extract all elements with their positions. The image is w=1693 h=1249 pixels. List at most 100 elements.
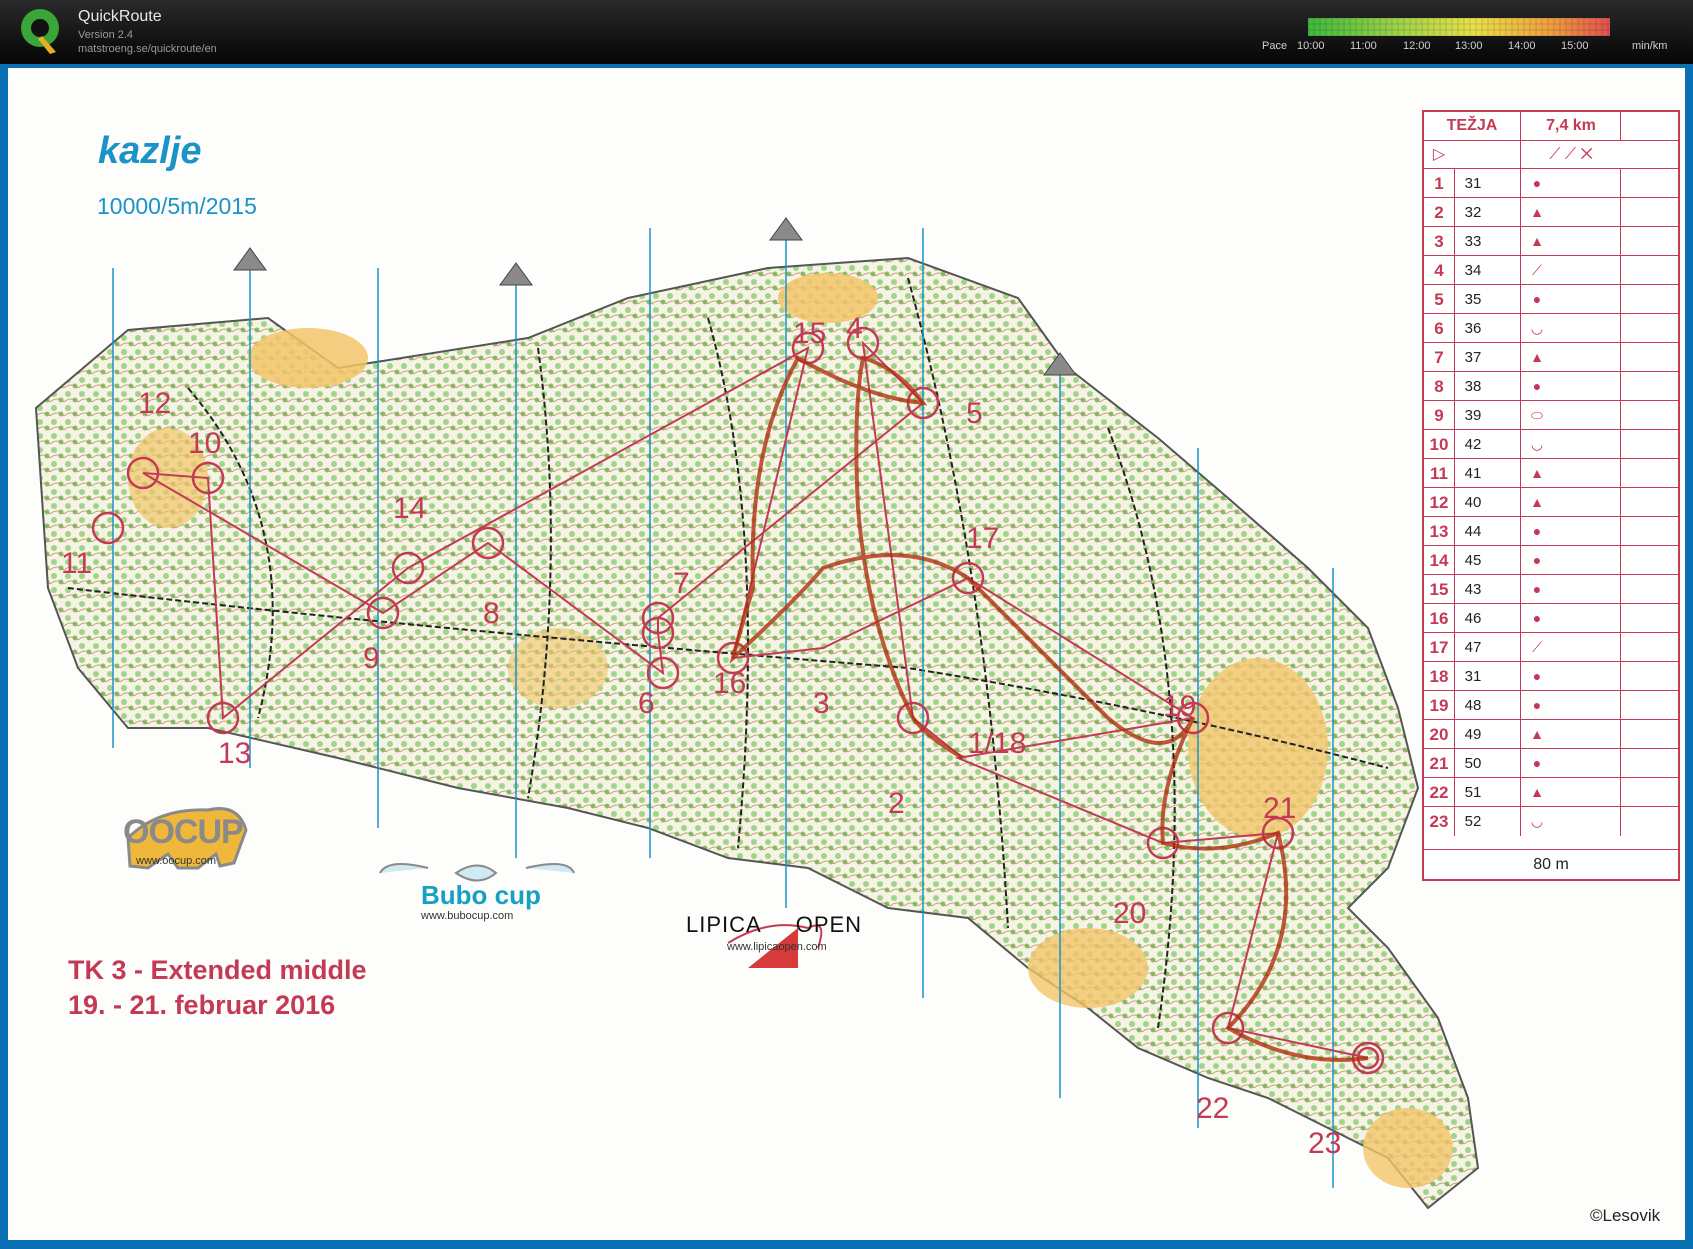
cd-control-code: 49: [1454, 720, 1491, 749]
pace-tick: 14:00: [1508, 40, 1536, 52]
cd-control-row: 12 40 ▲: [1424, 487, 1678, 517]
cd-control-number: 8: [1434, 377, 1444, 396]
cd-control-row: 2 32 ▲: [1424, 197, 1678, 227]
cd-control-code: 46: [1454, 604, 1491, 633]
cd-control-number: 9: [1434, 406, 1444, 425]
cd-course-length: 7,4 km: [1520, 112, 1621, 140]
pace-color-scale: [1308, 18, 1610, 36]
control-label: 7: [673, 567, 690, 600]
cd-control-number: 4: [1434, 261, 1444, 280]
control-label: 2: [888, 787, 905, 820]
cd-feature-symbol-icon: ▲: [1520, 227, 1553, 256]
control-label: 20: [1113, 897, 1146, 930]
cd-control-number: 16: [1429, 609, 1449, 628]
cd-feature-symbol-icon: ▲: [1520, 459, 1553, 488]
cd-control-row: 21 50 ●: [1424, 748, 1678, 778]
cd-feature-symbol-icon: ▲: [1520, 720, 1553, 749]
event-dates: 19. - 21. februar 2016: [68, 990, 336, 1020]
cd-control-code: 45: [1454, 546, 1491, 575]
cd-control-number: 2: [1434, 203, 1444, 222]
lipica-url: www.lipicaopen.com: [727, 941, 827, 953]
cd-feature-symbol-icon: ●: [1520, 169, 1553, 198]
pace-tick: 13:00: [1455, 40, 1483, 52]
app-url[interactable]: matstroeng.se/quickroute/en: [78, 43, 217, 55]
control-label: 15: [793, 317, 826, 350]
bubo-url: www.bubocup.com: [421, 910, 514, 922]
oocup-url: www.oocup.com: [136, 855, 217, 867]
control-label: 14: [393, 492, 426, 525]
bubo-owl-logo: [379, 863, 575, 882]
pace-tick: 10:00: [1297, 40, 1325, 52]
cd-feature-symbol-icon: ●: [1520, 749, 1553, 778]
cd-feature-symbol-icon: ●: [1520, 575, 1553, 604]
control-label: 21: [1263, 792, 1296, 825]
cd-header-row: TEŽJA 7,4 km: [1424, 112, 1678, 140]
cd-control-row: 23 52 ◡: [1424, 806, 1678, 836]
cd-control-code: 40: [1454, 488, 1491, 517]
cd-start-row: ▷ ⟋ ⟋ ✕: [1424, 140, 1678, 169]
cd-control-row: 9 39 ⬭: [1424, 400, 1678, 430]
control-label: 5: [966, 397, 983, 430]
control-label: 11: [61, 547, 92, 580]
cd-control-number: 21: [1429, 754, 1449, 773]
cd-control-row: 18 31 ●: [1424, 661, 1678, 691]
control-description-table: TEŽJA 7,4 km ▷ ⟋ ⟋ ✕ 1 31 ● 2 32 ▲ 3 33 ▲ 4 34 ⟋ 5 35…: [1422, 110, 1680, 881]
cd-control-code: 50: [1454, 749, 1491, 778]
cd-control-row: 7 37 ▲: [1424, 342, 1678, 372]
lipica-logo-text: LIPICA OPEN: [686, 912, 862, 938]
cd-control-code: 47: [1454, 633, 1491, 662]
control-label: 23: [1308, 1127, 1341, 1160]
cd-control-number: 13: [1429, 522, 1449, 541]
cd-feature-symbol-icon: ●: [1520, 517, 1553, 546]
control-label: 4: [846, 312, 863, 345]
control-label: 10: [188, 427, 221, 460]
cd-feature-symbol-icon: ●: [1520, 546, 1553, 575]
cd-feature-symbol-icon: ●: [1520, 285, 1553, 314]
cd-control-code: 31: [1454, 169, 1491, 198]
cd-control-row: 13 44 ●: [1424, 516, 1678, 546]
cd-finish-row: 80 m: [1424, 849, 1678, 880]
cd-control-code: 42: [1454, 430, 1491, 459]
app-version: Version 2.4: [78, 29, 134, 41]
copyright: ©Lesovik: [1590, 1206, 1661, 1225]
map-scale: 10000/5m/2015: [97, 193, 257, 219]
lipica-left: LIPICA: [686, 912, 762, 937]
lipica-right: OPEN: [795, 912, 863, 937]
cd-control-number: 7: [1434, 348, 1444, 367]
event-title: TK 3 - Extended middle: [68, 955, 367, 985]
cd-control-code: 43: [1454, 575, 1491, 604]
cd-control-number: 10: [1429, 435, 1449, 454]
cd-control-number: 1: [1434, 174, 1444, 193]
cd-control-row: 20 49 ▲: [1424, 719, 1678, 749]
cd-control-code: 52: [1454, 807, 1491, 836]
cd-control-row: 8 38 ●: [1424, 371, 1678, 401]
cd-control-code: 36: [1454, 314, 1491, 343]
cd-control-row: 3 33 ▲: [1424, 226, 1678, 256]
app-name: QuickRoute: [78, 8, 162, 25]
cd-control-row: 5 35 ●: [1424, 284, 1678, 314]
cd-control-number: 15: [1429, 580, 1449, 599]
cd-course-name: TEŽJA: [1446, 117, 1498, 134]
cd-control-code: 38: [1454, 372, 1491, 401]
cd-control-code: 51: [1454, 778, 1491, 807]
cd-feature-symbol-icon: ●: [1520, 662, 1553, 691]
cd-control-row: 14 45 ●: [1424, 545, 1678, 575]
cd-control-row: 15 43 ●: [1424, 574, 1678, 604]
cd-control-row: 22 51 ▲: [1424, 777, 1678, 807]
cd-control-code: 35: [1454, 285, 1491, 314]
cd-feature-symbol-icon: ◡: [1520, 430, 1553, 459]
cd-feature-symbol-icon: ●: [1520, 691, 1553, 720]
cd-control-row: 1 31 ●: [1424, 168, 1678, 198]
cd-control-number: 11: [1430, 464, 1448, 483]
cd-control-number: 6: [1434, 319, 1444, 338]
control-label: 12: [138, 387, 171, 420]
cd-feature-symbol-icon: ◡: [1520, 807, 1553, 836]
cd-control-number: 5: [1434, 290, 1444, 309]
cd-control-code: 44: [1454, 517, 1491, 546]
cd-control-row: 16 46 ●: [1424, 603, 1678, 633]
cd-feature-symbol-icon: ⟋: [1520, 633, 1553, 662]
cd-control-code: 34: [1454, 256, 1491, 285]
cd-feature-symbol-icon: ◡: [1520, 314, 1553, 343]
cd-control-code: 32: [1454, 198, 1491, 227]
pace-tick: 11:00: [1350, 40, 1377, 52]
